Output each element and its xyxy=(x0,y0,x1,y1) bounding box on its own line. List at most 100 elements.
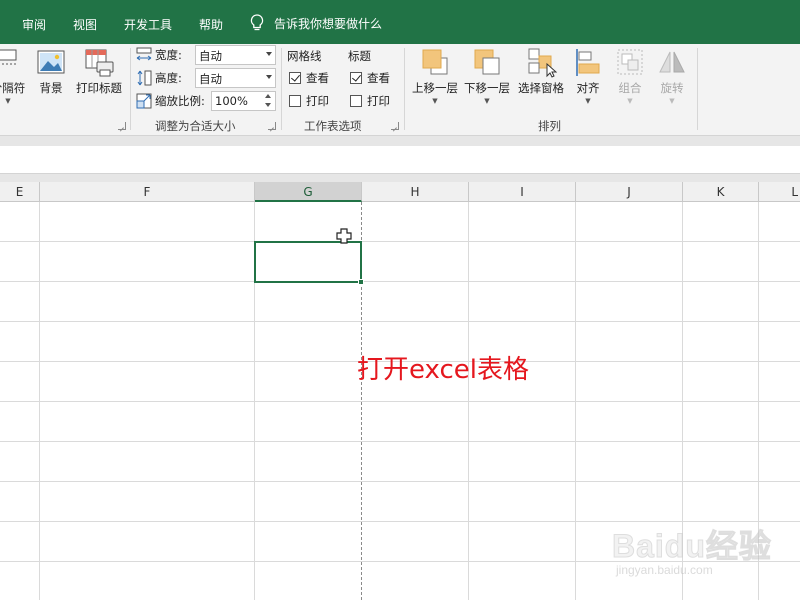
tab-review[interactable]: 审阅 xyxy=(22,16,46,33)
print-titles-icon xyxy=(85,49,114,77)
height-row: 高度: xyxy=(136,70,182,86)
align-icon xyxy=(576,49,600,76)
scale-icon xyxy=(136,93,152,109)
column-header-h[interactable]: H xyxy=(362,182,469,202)
watermark: Baidu经验 jingyan.baidu.com xyxy=(612,515,792,585)
grid-line xyxy=(0,401,800,402)
tutorial-annotation: 打开excel表格 xyxy=(357,355,529,385)
headings-header: 标题 xyxy=(348,49,371,63)
ribbon: 分隔符 ▼ 背景 打印标题 宽度: 自动 xyxy=(0,44,800,136)
column-header-g[interactable]: G xyxy=(255,182,362,202)
grid-line xyxy=(0,481,800,482)
tab-developer[interactable]: 开发工具 xyxy=(124,16,172,33)
align-button[interactable]: 对齐 ▼ xyxy=(570,46,606,106)
bring-forward-label: 上移一层 xyxy=(412,81,458,95)
tab-view[interactable]: 视图 xyxy=(73,16,97,33)
print-titles-label: 打印标题 xyxy=(76,81,122,95)
tab-help[interactable]: 帮助 xyxy=(199,16,223,33)
grid-line xyxy=(0,241,800,242)
column-header-f[interactable]: F xyxy=(40,182,255,202)
headings-view-label: 查看 xyxy=(367,71,390,85)
gridlines-view-label: 查看 xyxy=(306,71,329,85)
gridlines-header: 网格线 xyxy=(287,49,322,63)
align-label: 对齐 xyxy=(576,81,600,95)
width-label: 宽度: xyxy=(155,48,182,62)
group-separator xyxy=(697,48,698,130)
breaks-button[interactable]: 分隔符 ▼ xyxy=(0,46,30,106)
group-separator xyxy=(404,48,405,130)
column-headers: E F G H I J K L xyxy=(0,182,800,202)
scale-label: 缩放比例: xyxy=(155,94,205,108)
scale-spinner[interactable]: 100% xyxy=(211,91,276,111)
width-value: 自动 xyxy=(199,49,222,63)
width-row: 宽度: xyxy=(136,47,182,63)
formula-bar[interactable] xyxy=(0,146,800,174)
chevron-down-icon: ▼ xyxy=(432,97,438,105)
chevron-down-icon xyxy=(266,75,272,79)
headings-print-label: 打印 xyxy=(367,94,390,108)
sheet-options-launcher-icon[interactable] xyxy=(391,122,399,130)
height-label: 高度: xyxy=(155,71,182,85)
chevron-down-icon: ▼ xyxy=(585,97,591,105)
selection-pane-button[interactable]: 选择窗格 xyxy=(515,46,567,96)
column-header-k[interactable]: K xyxy=(683,182,759,202)
headings-view-checkbox[interactable]: 查看 xyxy=(350,70,390,86)
arrange-group-label: 排列 xyxy=(538,119,561,133)
fill-handle[interactable] xyxy=(358,279,364,285)
chevron-down-icon: ▼ xyxy=(5,97,11,105)
send-backward-label: 下移一层 xyxy=(464,81,510,95)
lightbulb-icon xyxy=(250,14,264,31)
rotate-button[interactable]: 旋转 ▼ xyxy=(654,46,690,106)
rotate-icon xyxy=(659,51,685,73)
width-select[interactable]: 自动 xyxy=(195,45,276,65)
group-separator xyxy=(281,48,282,130)
chevron-down-icon: ▼ xyxy=(484,97,490,105)
group-button[interactable]: 组合 ▼ xyxy=(612,46,648,106)
send-backward-button[interactable]: 下移一层 ▼ xyxy=(462,46,512,106)
rotate-label: 旋转 xyxy=(660,81,684,95)
grid-line xyxy=(0,321,800,322)
watermark-url: jingyan.baidu.com xyxy=(616,563,713,577)
background-image-icon xyxy=(37,50,65,74)
gridlines-print-label: 打印 xyxy=(306,94,329,108)
bring-forward-icon xyxy=(422,49,448,75)
group-objects-icon xyxy=(617,49,643,75)
scale-value: 100% xyxy=(215,94,248,108)
page-setup-launcher-icon[interactable] xyxy=(118,122,126,130)
height-icon xyxy=(137,70,152,86)
tell-me-box[interactable]: 告诉我你想要做什么 xyxy=(248,13,382,33)
column-header-j[interactable]: J xyxy=(576,182,683,202)
chevron-down-icon xyxy=(266,52,272,56)
scale-launcher-icon[interactable] xyxy=(268,122,276,130)
grid-line xyxy=(0,281,800,282)
breaks-label: 分隔符 xyxy=(0,81,26,95)
column-header-l[interactable]: L xyxy=(759,182,800,202)
checkbox-checked-icon xyxy=(289,72,301,84)
headings-print-checkbox[interactable]: 打印 xyxy=(350,93,390,109)
print-titles-button[interactable]: 打印标题 xyxy=(72,46,126,96)
chevron-down-icon: ▼ xyxy=(627,97,633,105)
page-break-icon xyxy=(0,49,17,65)
checkbox-unchecked-icon xyxy=(350,95,362,107)
background-label: 背景 xyxy=(39,81,63,95)
gridlines-print-checkbox[interactable]: 打印 xyxy=(289,93,329,109)
tell-me-text: 告诉我你想要做什么 xyxy=(274,16,383,31)
column-header-i[interactable]: I xyxy=(469,182,576,202)
checkbox-checked-icon xyxy=(350,72,362,84)
scale-row: 缩放比例: xyxy=(136,93,205,109)
bring-forward-button[interactable]: 上移一层 ▼ xyxy=(408,46,462,106)
width-icon xyxy=(136,47,152,61)
active-cell[interactable] xyxy=(254,241,364,285)
chevron-down-icon: ▼ xyxy=(669,97,675,105)
formula-gap xyxy=(0,174,800,182)
group-label: 组合 xyxy=(618,81,642,95)
cell-select-cursor-icon xyxy=(336,228,352,244)
height-value: 自动 xyxy=(199,72,222,86)
spinner-arrows-icon[interactable] xyxy=(265,93,273,109)
height-select[interactable]: 自动 xyxy=(195,68,276,88)
gridlines-view-checkbox[interactable]: 查看 xyxy=(289,70,329,86)
column-header-e[interactable]: E xyxy=(0,182,40,202)
watermark-brand: Baidu经验 xyxy=(612,528,772,565)
background-button[interactable]: 背景 xyxy=(34,46,68,96)
selection-pane-label: 选择窗格 xyxy=(518,81,564,95)
